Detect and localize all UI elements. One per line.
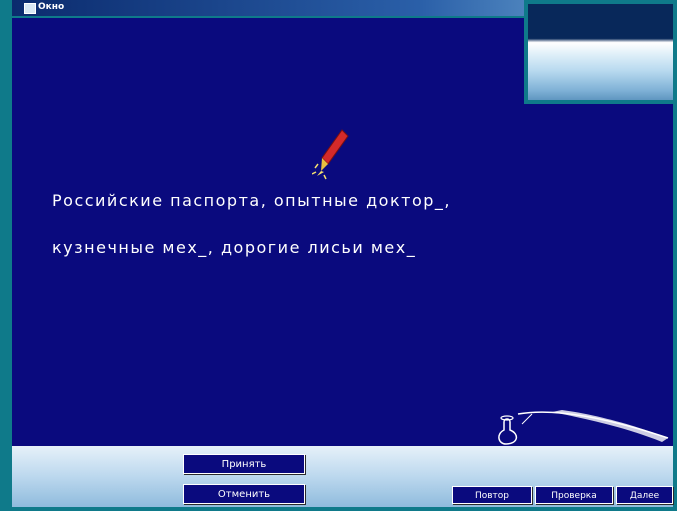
accept-button[interactable]: Принять (183, 454, 305, 474)
pen-icon (312, 129, 349, 180)
next-button[interactable]: Далее (616, 486, 673, 504)
check-button[interactable]: Проверка (535, 486, 613, 504)
cancel-button[interactable]: Отменить (183, 484, 305, 504)
bottom-toolbar: Принять Отменить Повтор Проверка Далее (12, 446, 673, 507)
window-title: Окно (38, 2, 65, 12)
background-window-thumbnail[interactable] (524, 0, 677, 104)
task-text-line-2: кузнечные мех_, дорогие лисьи мех_ (52, 238, 417, 257)
window-icon (24, 3, 36, 14)
repeat-button[interactable]: Повтор (452, 486, 532, 504)
inkwell-icon (498, 410, 669, 445)
task-text-line-1: Российские паспорта, опытные доктор_, (52, 191, 451, 210)
